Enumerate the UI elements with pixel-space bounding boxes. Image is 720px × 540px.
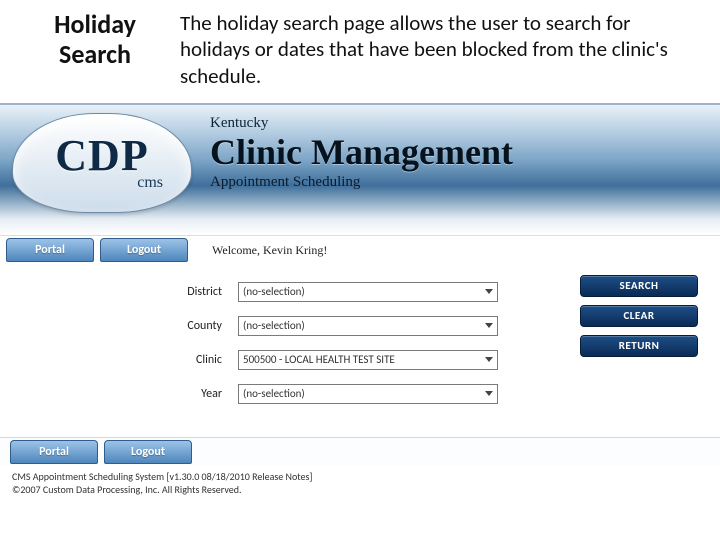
slide-title: Holiday Search: [20, 10, 170, 70]
chevron-down-icon: [485, 289, 493, 294]
clear-button[interactable]: CLEAR: [580, 305, 698, 327]
footer-copyright: ©2007 Custom Data Processing, Inc. All R…: [12, 483, 720, 496]
portal-label: Portal: [35, 243, 65, 257]
chevron-down-icon: [485, 357, 493, 362]
banner-app-subtitle: Appointment Scheduling: [210, 174, 513, 191]
app-window: CDP cms Kentucky Clinic Management Appoi…: [0, 103, 720, 421]
clinic-label: Clinic: [18, 353, 238, 367]
action-buttons: SEARCH CLEAR RETURN: [580, 275, 698, 357]
app-logo: CDP cms: [12, 113, 192, 213]
welcome-text: Welcome, Kevin Kring!: [212, 243, 327, 258]
slide-header: Holiday Search The holiday search page a…: [0, 0, 720, 103]
county-value: (no-selection): [243, 319, 305, 332]
year-label: Year: [18, 387, 238, 401]
return-button-label: RETURN: [619, 339, 660, 352]
slide-title-line2: Search: [59, 38, 131, 70]
footer-text: CMS Appointment Scheduling System [v1.30…: [0, 466, 720, 496]
app-banner: CDP cms Kentucky Clinic Management Appoi…: [0, 105, 720, 235]
district-label: District: [18, 285, 238, 299]
year-select[interactable]: (no-selection): [238, 384, 498, 404]
slide-description: The holiday search page allows the user …: [170, 10, 700, 89]
logo-sub-text: cms: [137, 174, 191, 192]
year-row: Year (no-selection): [18, 379, 702, 409]
top-nav: Portal Logout Welcome, Kevin Kring!: [0, 235, 720, 265]
logo-main-text: CDP: [55, 134, 148, 178]
banner-app-title: Clinic Management: [210, 134, 513, 170]
footer-logout-button[interactable]: Logout: [104, 440, 192, 464]
district-value: (no-selection): [243, 285, 305, 298]
footer-portal-button[interactable]: Portal: [10, 440, 98, 464]
logout-button[interactable]: Logout: [100, 238, 188, 262]
clinic-value: 500500 - LOCAL HEALTH TEST SITE: [243, 353, 395, 366]
footer-nav: Portal Logout: [0, 438, 720, 466]
county-select[interactable]: (no-selection): [238, 316, 498, 336]
search-button[interactable]: SEARCH: [580, 275, 698, 297]
footer-portal-label: Portal: [39, 445, 69, 459]
return-button[interactable]: RETURN: [580, 335, 698, 357]
district-select[interactable]: (no-selection): [238, 282, 498, 302]
county-label: County: [18, 319, 238, 333]
slide-title-line1: Holiday: [54, 8, 136, 40]
year-value: (no-selection): [243, 387, 305, 400]
logout-label: Logout: [127, 243, 161, 257]
footer-logout-label: Logout: [131, 445, 165, 459]
footer-version: CMS Appointment Scheduling System [v1.30…: [12, 470, 720, 483]
chevron-down-icon: [485, 391, 493, 396]
banner-state: Kentucky: [210, 115, 513, 132]
portal-button[interactable]: Portal: [6, 238, 94, 262]
search-form: District (no-selection) County (no-selec…: [0, 265, 720, 421]
clear-button-label: CLEAR: [623, 309, 654, 322]
clinic-select[interactable]: 500500 - LOCAL HEALTH TEST SITE: [238, 350, 498, 370]
banner-text: Kentucky Clinic Management Appointment S…: [210, 115, 513, 191]
app-footer: Portal Logout CMS Appointment Scheduling…: [0, 437, 720, 496]
search-button-label: SEARCH: [620, 279, 659, 292]
chevron-down-icon: [485, 323, 493, 328]
